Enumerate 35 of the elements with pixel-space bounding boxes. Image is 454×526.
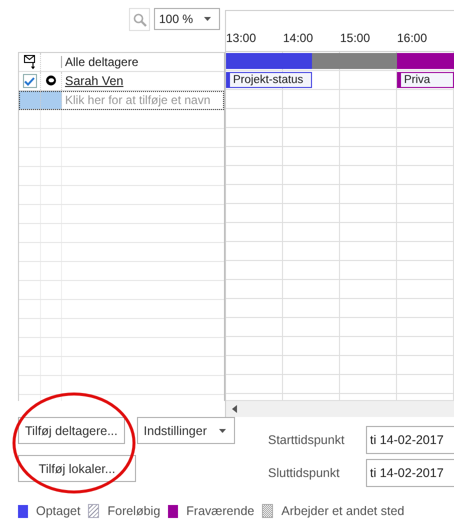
date-field[interactable]: ti 14-02-2017 <box>366 459 454 487</box>
hour-label: 15:00 <box>340 31 372 47</box>
appointment[interactable]: Projekt-status <box>226 72 312 88</box>
checkbox[interactable] <box>22 74 36 88</box>
legend-swatch <box>262 504 274 518</box>
zoom-dropdown[interactable]: 100 % <box>154 8 220 30</box>
legend-label: Foreløbig <box>107 504 160 518</box>
selection-cell <box>41 91 62 109</box>
legend-label: Arbejder et andet sted <box>281 504 404 518</box>
caret-icon <box>218 428 226 432</box>
legend-swatch <box>88 504 100 518</box>
add-rooms-button[interactable]: Tilføj lokaler... <box>18 455 136 482</box>
legend-label: Fraværende <box>186 504 254 518</box>
hour-label: 16:00 <box>397 31 428 47</box>
organizer-icon <box>45 75 57 87</box>
scroll-left-icon <box>232 405 237 413</box>
hour-label: 14:00 <box>283 31 314 47</box>
attendee-name[interactable]: Sarah Ven <box>65 74 124 88</box>
search-icon <box>132 12 146 26</box>
column-header: Alle deltagere <box>64 54 140 71</box>
time-label: Sluttidspunkt <box>268 466 341 480</box>
zoom-value: 100 % <box>159 12 194 26</box>
appointment[interactable]: Priva <box>397 72 454 88</box>
envelope-icon <box>24 55 36 69</box>
legend-label: Optaget <box>36 504 80 518</box>
legend-swatch <box>168 504 178 518</box>
time-label: Starttidspunkt <box>268 433 346 447</box>
legend-swatch <box>18 504 28 518</box>
options-dropdown[interactable]: Indstillinger <box>136 417 235 444</box>
date-field[interactable]: ti 14-02-2017 <box>366 426 454 454</box>
add-attendees-button[interactable]: Tilføj deltagere... <box>18 417 125 444</box>
zoom-button[interactable] <box>129 8 150 31</box>
horizontal-scrollbar[interactable] <box>226 400 454 417</box>
hour-label: 13:00 <box>226 31 258 47</box>
caret-icon <box>204 17 211 21</box>
